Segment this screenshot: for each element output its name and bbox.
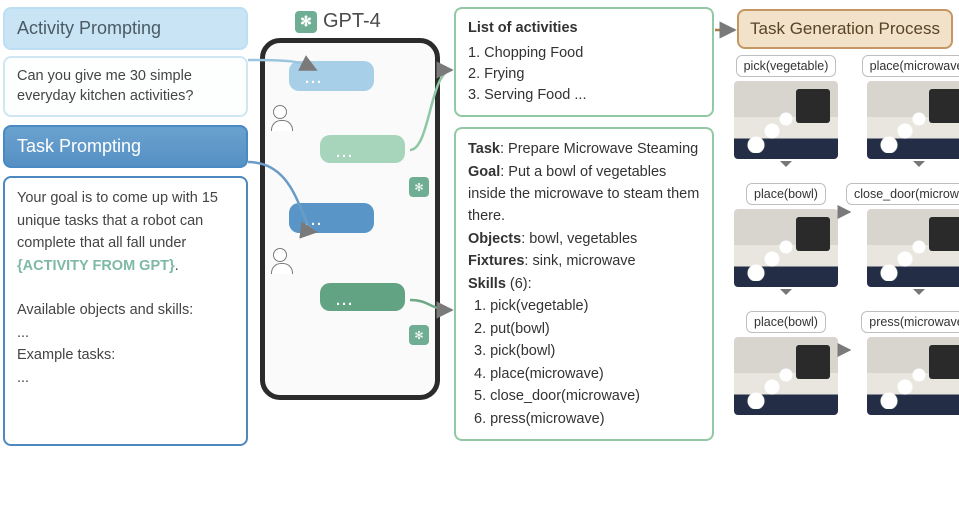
chat-bubble-ai-2: ... [320,283,405,311]
chat-bubble-user-2: ... [289,203,374,233]
rollout-step: close_door(microwave) [846,183,959,301]
chat-phone-frame: ... ... ✻ ... ... ✻ [260,38,440,400]
activity-item: 3. Serving Food ... [468,85,700,106]
activity-item: 2. Frying [468,64,700,85]
gpt4-text: GPT-4 [323,10,381,33]
task-body-text: Your goal is to come up with 15 unique t… [17,190,218,251]
chat-bubble-user-1: ... [289,61,374,91]
task-body-objects: Available objects and skills: [17,302,193,318]
sim-thumbnail [867,81,959,159]
gpt-output-column: List of activities 1. Chopping Food 2. F… [454,7,714,441]
sim-thumbnail [734,209,838,287]
activity-prompting-header: Activity Prompting [3,7,248,50]
activities-list-box: List of activities 1. Chopping Food 2. F… [454,7,714,117]
user-icon [273,105,287,119]
rollout-step: place(microwave) [846,55,959,173]
step-tag: place(bowl) [746,183,826,205]
goal-label: Goal [468,164,500,180]
fixtures-value: : sink, microwave [524,253,635,269]
task-generation-header: Task Generation Process [737,9,953,49]
step-tag: pick(vegetable) [736,55,837,77]
task-body-ellipsis-2: ... [17,370,29,386]
activity-item: 1. Chopping Food [468,43,700,64]
chat-bubble-ai-1: ... [320,135,405,163]
rollout-step: press(microwave) [846,311,959,415]
openai-icon: ✻ [409,177,429,197]
sim-thumbnail [867,337,959,415]
skill-item: 1. pick(vegetable) [474,295,700,317]
step-tag: place(bowl) [746,311,826,333]
skill-item: 2. put(bowl) [474,318,700,340]
step-tag: place(microwave) [862,55,959,77]
arrow-down-icon [780,289,792,301]
objects-label: Objects [468,231,521,247]
goal-value: : Put a bowl of vegetables inside the mi… [468,164,699,225]
task-body-period: . [175,258,179,274]
objects-value: : bowl, vegetables [521,231,637,247]
activity-placeholder: {ACTIVITY FROM GPT} [17,258,175,274]
arrow-down-icon [780,161,792,173]
skill-item: 3. pick(bowl) [474,340,700,362]
openai-icon: ✻ [295,11,317,33]
rollout-step: place(bowl) [734,183,838,301]
arrow-down-icon [913,161,925,173]
skill-item: 6. press(microwave) [474,408,700,430]
activity-prompting-body: Can you give me 30 simple everyday kitch… [3,56,248,117]
openai-icon: ✻ [409,325,429,345]
sim-thumbnail [867,209,959,287]
task-label: Task [468,141,500,157]
step-tag: close_door(microwave) [846,183,959,205]
task-body-ellipsis-1: ... [17,325,29,341]
task-body-examples: Example tasks: [17,347,115,363]
skill-item: 4. place(microwave) [474,363,700,385]
task-prompting-body: Your goal is to come up with 15 unique t… [3,176,248,446]
task-generation-grid: pick(vegetable) place(microwave) place(b… [734,55,954,415]
gpt4-label: ✻ GPT-4 [295,10,381,33]
fixtures-label: Fixtures [468,253,524,269]
task-prompting-header: Task Prompting [3,125,248,168]
skills-label: Skills [468,276,506,292]
sim-thumbnail [734,81,838,159]
task-spec-box: Task: Prepare Microwave Steaming Goal: P… [454,127,714,441]
skills-count: (6): [506,276,532,292]
step-tag: press(microwave) [861,311,959,333]
rollout-step: pick(vegetable) [734,55,838,173]
user-icon [273,248,287,262]
sim-thumbnail [734,337,838,415]
prompting-column: Activity Prompting Can you give me 30 si… [3,7,248,446]
task-value: : Prepare Microwave Steaming [500,141,698,157]
activities-title: List of activities [468,18,700,39]
rollout-step: place(bowl) [734,311,838,415]
arrow-down-icon [913,289,925,301]
skill-item: 5. close_door(microwave) [474,385,700,407]
